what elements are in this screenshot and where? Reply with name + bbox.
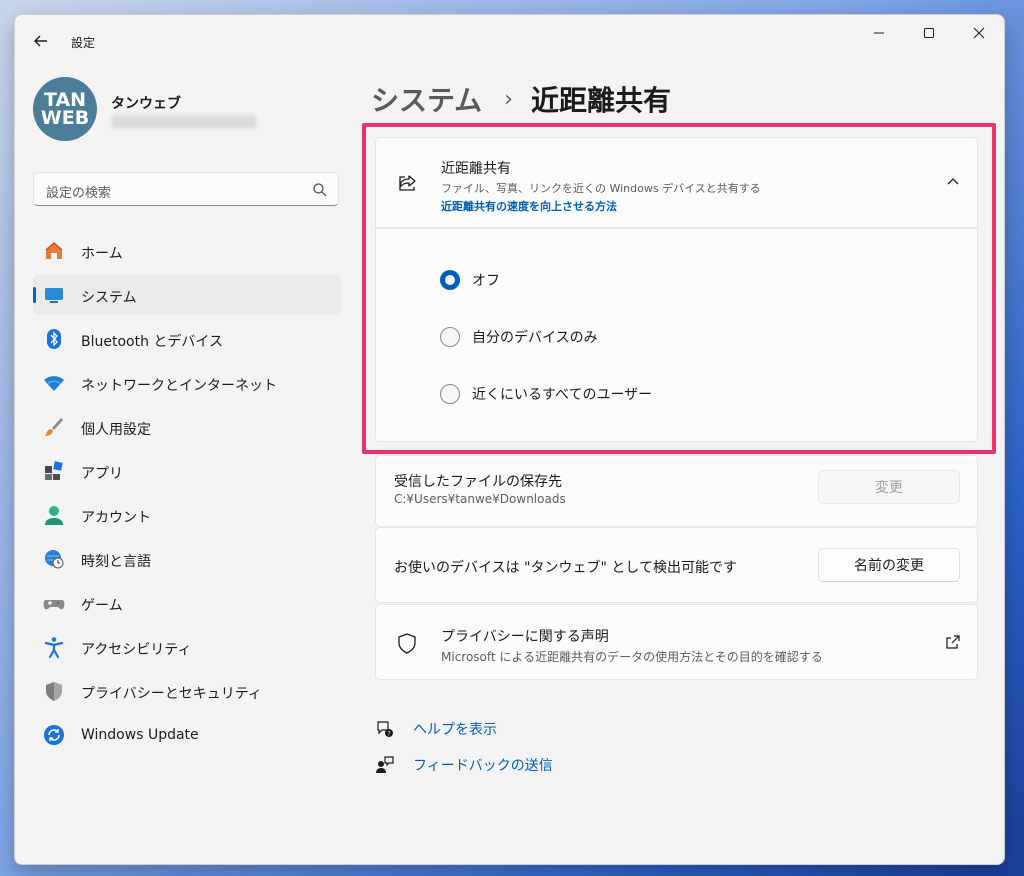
search-icon <box>313 183 327 197</box>
sidebar-item-privacy-security[interactable]: プライバシーとセキュリティ <box>33 671 341 711</box>
help-link[interactable]: ? ヘルプを表示 <box>375 717 497 741</box>
privacy-statement-card[interactable]: プライバシーに関する声明 Microsoft による近距離共有のデータの使用方法… <box>375 604 978 680</box>
feedback-link-label: フィードバックの送信 <box>413 758 553 774</box>
save-location-path: C:¥Users¥tanwe¥Downloads <box>394 492 566 506</box>
minimize-icon <box>874 32 884 34</box>
maximize-button[interactable] <box>904 15 954 51</box>
sidebar-item-label: プライバシーとセキュリティ <box>81 686 262 702</box>
sidebar-item-accessibility[interactable]: アクセシビリティ <box>33 627 341 667</box>
close-icon <box>973 27 985 39</box>
accessibility-icon <box>44 637 64 658</box>
wifi-icon <box>44 376 64 391</box>
help-link-label: ヘルプを表示 <box>413 722 497 738</box>
apps-icon <box>45 461 63 480</box>
minimize-button[interactable] <box>854 15 904 51</box>
svg-text:?: ? <box>387 731 390 738</box>
breadcrumb-parent[interactable]: システム <box>371 79 482 119</box>
save-location-card: 受信したファイルの保存先 C:¥Users¥tanwe¥Downloads 変更 <box>375 455 978 527</box>
back-arrow-icon <box>34 35 47 47</box>
search-placeholder: 設定の検索 <box>46 186 112 201</box>
title-bar: 設定 <box>15 15 1004 51</box>
sidebar-item-system[interactable]: システム <box>33 275 341 315</box>
search-input[interactable]: 設定の検索 <box>33 172 339 206</box>
sidebar-item-label: アカウント <box>81 510 151 526</box>
user-email-blurred <box>111 115 257 129</box>
user-name: タンウェブ <box>111 96 181 112</box>
shield-outline-icon <box>398 633 416 654</box>
sidebar-item-label: アプリ <box>81 466 123 482</box>
brush-icon <box>45 418 63 436</box>
sidebar-item-network[interactable]: ネットワークとインターネット <box>33 363 341 403</box>
page-title: 近距離共有 <box>530 84 671 117</box>
avatar-text-line-2: WEB <box>40 107 90 129</box>
sidebar-item-time-language[interactable]: 時刻と言語 <box>33 539 341 579</box>
sidebar-item-gaming[interactable]: ゲーム <box>33 583 341 623</box>
settings-window: 設定 TAN WEB タンウェブ 設定の検索 ホーム システム Bluetoot… <box>14 14 1005 865</box>
discoverable-card: お使いのデバイスは "タンウェブ" として検出可能です 名前の変更 <box>375 527 978 603</box>
sidebar-item-personalization[interactable]: 個人用設定 <box>33 407 341 447</box>
account-icon <box>45 506 63 525</box>
sidebar-nav: ホーム システム Bluetooth とデバイス ネットワークとインターネット … <box>33 231 341 759</box>
sidebar-item-label: ホーム <box>81 246 123 262</box>
clock-globe-icon <box>45 550 64 569</box>
sidebar-item-home[interactable]: ホーム <box>33 231 341 271</box>
shield-icon <box>46 682 62 701</box>
feedback-link[interactable]: フィードバックの送信 <box>375 753 553 777</box>
sidebar-item-label: ネットワークとインターネット <box>81 378 277 394</box>
update-icon <box>44 725 64 745</box>
window-controls <box>854 15 1004 51</box>
gamepad-icon <box>43 600 65 610</box>
home-icon <box>45 242 63 259</box>
bluetooth-icon <box>47 329 61 349</box>
breadcrumb: システム › 近距離共有 <box>371 79 671 119</box>
sidebar-item-label: ゲーム <box>81 598 123 614</box>
save-location-title: 受信したファイルの保存先 <box>394 474 562 490</box>
discoverable-text: お使いのデバイスは "タンウェブ" として検出可能です <box>394 560 737 576</box>
external-link-icon[interactable] <box>945 634 961 650</box>
sidebar-item-label: Bluetooth とデバイス <box>81 334 223 350</box>
sidebar-item-bluetooth[interactable]: Bluetooth とデバイス <box>33 319 341 359</box>
sidebar-item-label: システム <box>81 290 137 306</box>
sidebar-item-label: 個人用設定 <box>81 422 151 438</box>
breadcrumb-separator: › <box>504 86 513 112</box>
app-title: 設定 <box>71 36 96 50</box>
sidebar-item-accounts[interactable]: アカウント <box>33 495 341 535</box>
sidebar-item-apps[interactable]: アプリ <box>33 451 341 491</box>
sidebar-item-windows-update[interactable]: Windows Update <box>33 715 341 755</box>
change-location-button[interactable]: 変更 <box>818 470 960 504</box>
avatar[interactable]: TAN WEB <box>33 77 97 141</box>
privacy-description: Microsoft による近距離共有のデータの使用方法とその目的を確認する <box>441 650 823 664</box>
rename-button[interactable]: 名前の変更 <box>818 548 960 582</box>
maximize-icon <box>924 28 934 38</box>
feedback-icon <box>376 756 394 773</box>
sidebar-item-label: アクセシビリティ <box>81 642 192 658</box>
close-button[interactable] <box>954 15 1004 51</box>
sidebar-item-label: 時刻と言語 <box>81 554 151 570</box>
system-icon <box>45 288 63 303</box>
highlight-annotation-box <box>362 123 996 454</box>
sidebar-item-label: Windows Update <box>81 727 199 743</box>
back-button[interactable] <box>29 29 53 53</box>
privacy-title: プライバシーに関する声明 <box>441 629 609 645</box>
help-chat-icon: ? <box>377 721 393 738</box>
